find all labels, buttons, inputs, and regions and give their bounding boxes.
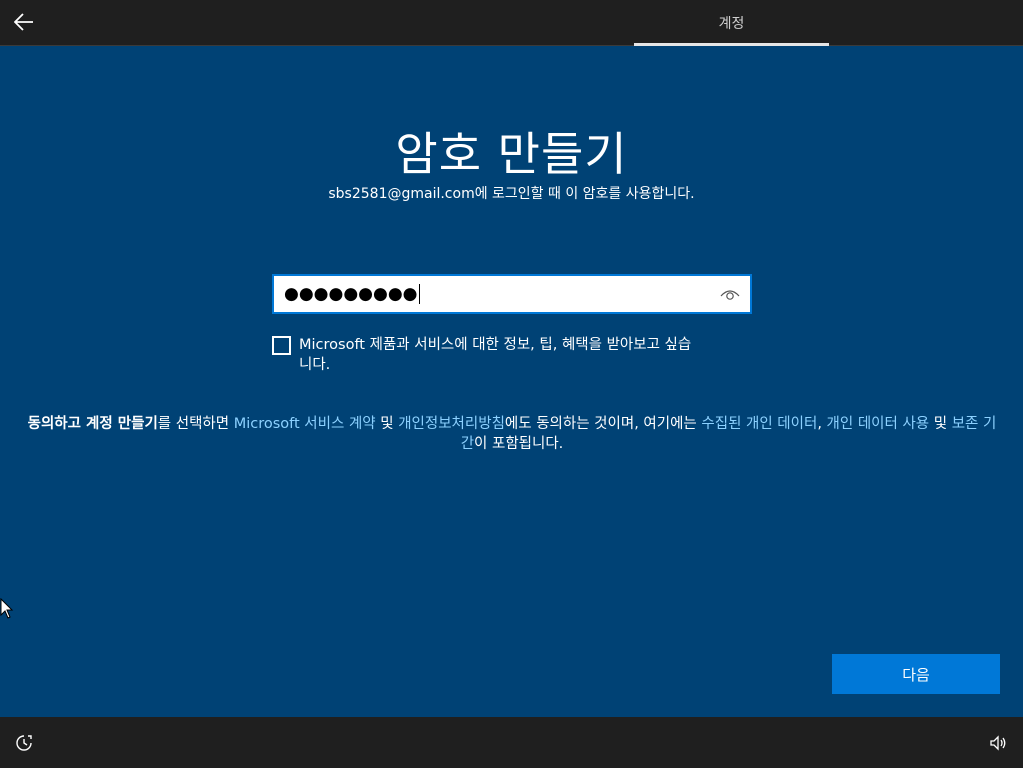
reveal-password-button[interactable] — [718, 284, 742, 304]
next-button[interactable]: 다음 — [832, 654, 1000, 694]
password-value: ●●●●●●●●● — [284, 284, 418, 304]
text-caret — [418, 284, 420, 304]
legal-notice: 동의하고 계정 만들기를 선택하면 Microsoft 서비스 계약 및 개인정… — [27, 416, 997, 452]
volume-button[interactable] — [986, 731, 1010, 755]
top-bar: 계정 — [0, 0, 1023, 46]
back-button[interactable] — [8, 6, 40, 38]
microsoft-link[interactable]: Microsoft — [234, 416, 300, 432]
main-panel: 암호 만들기 sbs2581@gmail.com에 로그인할 때 이 암호를 사… — [0, 46, 1023, 717]
ease-of-access-button[interactable] — [12, 731, 36, 755]
page-title: 암호 만들기 — [395, 127, 628, 181]
password-input[interactable]: ●●●●●●●●● — [272, 274, 752, 314]
marketing-opt-in: Microsoft 제품과 서비스에 대한 정보, 팁, 혜택을 받아보고 싶습… — [272, 335, 762, 375]
bottom-bar — [0, 717, 1023, 768]
service-agreement-link[interactable]: 서비스 계약 — [300, 416, 375, 432]
page-subtitle: sbs2581@gmail.com에 로그인할 때 이 암호를 사용합니다. — [328, 186, 695, 202]
eye-icon — [720, 290, 740, 300]
mouse-pointer-icon — [0, 598, 14, 619]
ease-of-access-icon — [16, 735, 32, 751]
tab-account: 계정 — [718, 16, 745, 32]
marketing-checkbox[interactable] — [272, 336, 291, 355]
data-usage-link[interactable]: 개인 데이터 사용 — [827, 416, 930, 432]
collected-data-link[interactable]: 수집된 개인 데이터 — [701, 416, 817, 432]
back-arrow-icon — [14, 13, 33, 31]
privacy-statement-link[interactable]: 개인정보처리방침 — [398, 416, 505, 432]
volume-icon — [990, 735, 1006, 751]
marketing-checkbox-label[interactable]: Microsoft 제품과 서비스에 대한 정보, 팁, 혜택을 받아보고 싶습… — [299, 335, 749, 375]
